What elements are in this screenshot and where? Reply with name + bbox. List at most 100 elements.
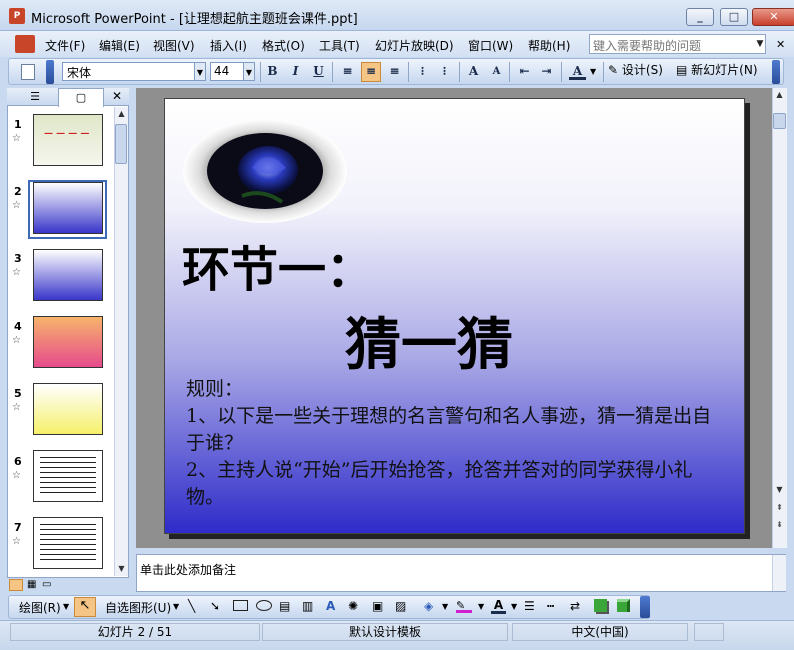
toolbar-options-icon[interactable] bbox=[640, 596, 650, 618]
shadow-style-icon[interactable] bbox=[594, 599, 607, 612]
next-slide-icon[interactable]: ⇟ bbox=[773, 518, 786, 531]
menu-format[interactable]: 格式(O) bbox=[262, 37, 305, 54]
line-icon[interactable]: ╲ bbox=[188, 599, 195, 613]
font-name-select[interactable]: 宋体 bbox=[62, 62, 196, 81]
chevron-down-icon[interactable]: ▼ bbox=[511, 602, 517, 611]
chevron-down-icon[interactable]: ▼ bbox=[442, 602, 448, 611]
slide-thumbnail-7[interactable] bbox=[33, 517, 103, 569]
tab-outline[interactable]: ☰ bbox=[12, 88, 58, 106]
notes-scrollbar[interactable] bbox=[772, 555, 786, 591]
pane-close-icon[interactable]: ✕ bbox=[110, 88, 124, 106]
chevron-down-icon[interactable]: ▼ bbox=[243, 62, 255, 81]
chevron-down-icon[interactable]: ▼ bbox=[173, 602, 179, 611]
autoshapes-button[interactable]: 自选图形(U) bbox=[105, 599, 171, 616]
decrease-indent-icon[interactable]: ⇤ bbox=[516, 63, 533, 80]
diagram-icon[interactable]: ✺ bbox=[348, 599, 358, 613]
maximize-button[interactable]: □ bbox=[720, 8, 748, 26]
minimize-button[interactable]: _ bbox=[686, 8, 714, 26]
menu-slideshow[interactable]: 幻灯片放映(D) bbox=[375, 37, 454, 54]
vertical-textbox-icon[interactable]: ▥ bbox=[302, 599, 313, 613]
slide-thumbnail-3[interactable] bbox=[33, 249, 103, 301]
menu-file[interactable]: 文件(F) bbox=[45, 37, 85, 54]
slide-thumbnail-5[interactable] bbox=[33, 383, 103, 435]
scroll-up-icon[interactable]: ▲ bbox=[115, 107, 128, 120]
document-icon[interactable] bbox=[15, 35, 35, 53]
chevron-down-icon[interactable]: ▼ bbox=[754, 34, 766, 54]
close-document-icon[interactable]: ✕ bbox=[776, 38, 785, 51]
scroll-down-icon[interactable]: ▼ bbox=[773, 483, 786, 496]
menu-insert[interactable]: 插入(I) bbox=[210, 37, 247, 54]
chevron-down-icon[interactable]: ▼ bbox=[590, 67, 596, 76]
clipart-icon[interactable]: ▣ bbox=[372, 599, 383, 613]
slide-sorter-icon[interactable]: ▦ bbox=[27, 579, 36, 590]
line-color-icon[interactable]: ✎ bbox=[456, 599, 472, 613]
rose-image[interactable] bbox=[182, 118, 348, 224]
slide-thumbnail-6[interactable] bbox=[33, 450, 103, 502]
scroll-down-icon[interactable]: ▼ bbox=[115, 562, 128, 575]
font-color-icon[interactable]: A bbox=[491, 598, 506, 614]
menu-help[interactable]: 帮助(H) bbox=[528, 37, 570, 54]
editor-scrollbar[interactable]: ▲ ▼ ⇞ ⇟ bbox=[772, 88, 787, 548]
3d-style-icon[interactable] bbox=[617, 599, 630, 612]
close-button[interactable]: ✕ bbox=[752, 8, 794, 26]
chevron-down-icon[interactable]: ▼ bbox=[194, 62, 206, 81]
select-pointer-icon[interactable]: ↖ bbox=[74, 597, 96, 617]
design-icon: ✎ bbox=[608, 63, 619, 77]
chevron-down-icon[interactable]: ▼ bbox=[478, 602, 484, 611]
rectangle-icon[interactable] bbox=[233, 600, 248, 611]
align-center-icon[interactable]: ≡ bbox=[361, 62, 381, 82]
align-left-icon[interactable]: ≡ bbox=[339, 63, 356, 80]
increase-font-icon[interactable]: A bbox=[465, 63, 482, 80]
bullet-list-icon[interactable]: ⁝ bbox=[436, 63, 453, 80]
slide-thumbnail-1[interactable]: — — — — bbox=[33, 114, 103, 166]
toolbar-options-icon[interactable] bbox=[772, 60, 780, 84]
slide-subtitle[interactable]: 猜一猜 bbox=[345, 300, 513, 381]
chevron-down-icon[interactable]: ▼ bbox=[63, 602, 69, 611]
help-search-input[interactable]: 键入需要帮助的问题 bbox=[589, 34, 766, 54]
bold-button[interactable]: B bbox=[264, 63, 281, 80]
draw-menu-button[interactable]: 绘图(R) bbox=[19, 599, 61, 616]
increase-indent-icon[interactable]: ⇥ bbox=[538, 63, 555, 80]
menu-tools[interactable]: 工具(T) bbox=[319, 37, 360, 54]
arrow-icon[interactable]: ➘ bbox=[210, 599, 220, 613]
scroll-up-icon[interactable]: ▲ bbox=[773, 88, 786, 101]
italic-button[interactable]: I bbox=[287, 63, 304, 80]
font-color-icon[interactable]: A bbox=[569, 63, 586, 80]
decrease-font-icon[interactable]: A bbox=[488, 63, 505, 80]
slide-thumbnail-4[interactable] bbox=[33, 316, 103, 368]
animation-star-icon: ☆ bbox=[12, 200, 21, 211]
notes-placeholder[interactable]: 单击此处添加备注 bbox=[140, 561, 236, 578]
textbox-icon[interactable]: ▤ bbox=[279, 599, 290, 613]
font-size-select[interactable]: 44 bbox=[210, 62, 247, 81]
fill-color-icon[interactable]: ◈ bbox=[424, 599, 433, 613]
toolbar-options-icon[interactable] bbox=[46, 60, 54, 84]
slide-body-text[interactable]: 规则： 1、以下是一些关于理想的名言警句和名人事迹，猜一猜是出自于谁？ 2、主持… bbox=[186, 376, 716, 511]
line-style-icon[interactable]: ☰ bbox=[524, 599, 535, 613]
slide-title[interactable]: 环节一： bbox=[182, 230, 374, 300]
menu-edit[interactable]: 编辑(E) bbox=[99, 37, 140, 54]
scroll-thumb[interactable] bbox=[115, 124, 127, 164]
previous-slide-icon[interactable]: ⇞ bbox=[773, 501, 786, 514]
align-right-icon[interactable]: ≡ bbox=[386, 63, 403, 80]
dash-style-icon[interactable]: ┅ bbox=[547, 599, 554, 613]
underline-button[interactable]: U bbox=[310, 63, 327, 80]
picture-icon[interactable]: ▨ bbox=[395, 599, 406, 613]
slide-number: 4 bbox=[14, 320, 22, 333]
new-document-icon[interactable] bbox=[21, 64, 35, 80]
new-slide-button[interactable]: ▤ 新幻灯片(N) bbox=[676, 61, 758, 78]
menu-view[interactable]: 视图(V) bbox=[153, 37, 195, 54]
oval-icon[interactable] bbox=[256, 600, 272, 611]
scroll-thumb[interactable] bbox=[773, 113, 786, 129]
numbered-list-icon[interactable]: ⁝ bbox=[414, 63, 431, 80]
powerpoint-app-icon[interactable]: P bbox=[9, 8, 25, 24]
slide-thumbnail-2[interactable] bbox=[33, 182, 103, 234]
tab-slides[interactable]: ▢ bbox=[58, 88, 104, 107]
slideshow-view-icon[interactable]: ▭ bbox=[42, 579, 51, 590]
slides-scrollbar[interactable]: ▲ ▼ bbox=[114, 107, 128, 576]
design-button[interactable]: ✎ 设计(S) bbox=[608, 61, 663, 78]
arrow-style-icon[interactable]: ⇄ bbox=[570, 599, 580, 613]
normal-view-icon[interactable] bbox=[9, 579, 23, 591]
wordart-icon[interactable]: A bbox=[326, 599, 335, 613]
slide-number: 2 bbox=[14, 185, 22, 198]
menu-window[interactable]: 窗口(W) bbox=[468, 37, 513, 54]
